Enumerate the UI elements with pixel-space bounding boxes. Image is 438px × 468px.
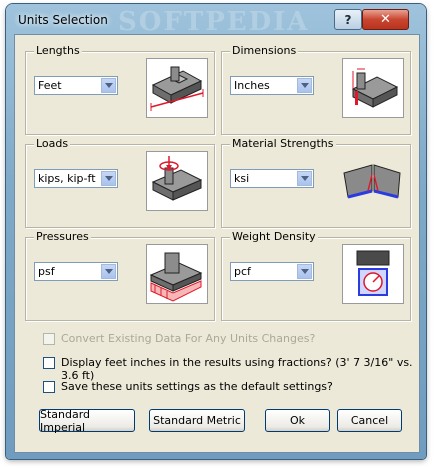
group-label: Pressures	[34, 230, 91, 243]
select-value: pcf	[234, 265, 251, 278]
convert-data-label: Convert Existing Data For Any Units Chan…	[61, 332, 316, 345]
weight-density-select[interactable]: pcf	[230, 262, 314, 281]
group-label: Material Strengths	[230, 137, 336, 150]
lengths-select[interactable]: Feet	[34, 76, 118, 95]
select-value: Inches	[234, 79, 270, 92]
select-value: psf	[38, 265, 55, 278]
close-button[interactable]: ✕	[362, 9, 409, 30]
footing-pressure-icon	[146, 244, 208, 304]
group-label: Loads	[34, 137, 71, 150]
group-material-strengths: Material Strengths ksi	[221, 137, 411, 228]
window-title: Units Selection	[18, 13, 108, 27]
slab-length-icon	[146, 58, 208, 118]
cancel-button[interactable]: Cancel	[337, 409, 402, 432]
select-value: Feet	[38, 79, 62, 92]
group-weight-density: Weight Density pcf	[221, 230, 411, 321]
convert-data-checkbox[interactable]	[43, 333, 55, 345]
beam-dimension-icon	[342, 58, 404, 118]
ok-button[interactable]: Ok	[265, 409, 330, 432]
group-pressures: Pressures psf	[25, 230, 215, 321]
standard-imperial-button[interactable]: Standard Imperial	[39, 408, 135, 434]
chevron-down-icon[interactable]	[101, 264, 116, 279]
group-label: Weight Density	[230, 230, 318, 243]
units-selection-window: SOFTPEDIA Units Selection ? ✕ Lengths Fe…	[6, 4, 426, 459]
material-strengths-select[interactable]: ksi	[230, 169, 314, 188]
group-label: Dimensions	[230, 44, 299, 57]
chevron-down-icon[interactable]	[297, 78, 312, 93]
beam-strength-icon	[342, 151, 404, 211]
group-label: Lengths	[34, 44, 82, 57]
fractions-checkbox[interactable]	[43, 357, 55, 369]
group-dimensions: Dimensions Inches	[221, 44, 411, 135]
group-lengths: Lengths Feet	[25, 44, 215, 135]
scale-weight-icon	[342, 244, 404, 304]
title-bar[interactable]: SOFTPEDIA Units Selection ? ✕	[6, 4, 426, 37]
help-button[interactable]: ?	[334, 9, 362, 30]
chevron-down-icon[interactable]	[101, 78, 116, 93]
watermark: SOFTPEDIA	[118, 7, 310, 37]
pressures-select[interactable]: psf	[34, 262, 118, 281]
chevron-down-icon[interactable]	[297, 171, 312, 186]
select-value: kips, kip-ft	[38, 172, 96, 185]
slab-load-icon	[146, 151, 208, 211]
save-default-label: Save these units settings as the default…	[61, 380, 333, 393]
group-loads: Loads kips, kip-ft	[25, 137, 215, 228]
select-value: ksi	[234, 172, 250, 185]
loads-select[interactable]: kips, kip-ft	[34, 169, 118, 188]
fractions-label: Display feet inches in the results using…	[61, 356, 413, 382]
save-default-checkbox[interactable]	[43, 381, 55, 393]
dimensions-select[interactable]: Inches	[230, 76, 314, 95]
chevron-down-icon[interactable]	[297, 264, 312, 279]
chevron-down-icon[interactable]	[101, 171, 116, 186]
standard-metric-button[interactable]: Standard Metric	[149, 409, 245, 432]
dialog-body: Lengths Feet Dimensions Inches Loads kip…	[14, 34, 420, 453]
